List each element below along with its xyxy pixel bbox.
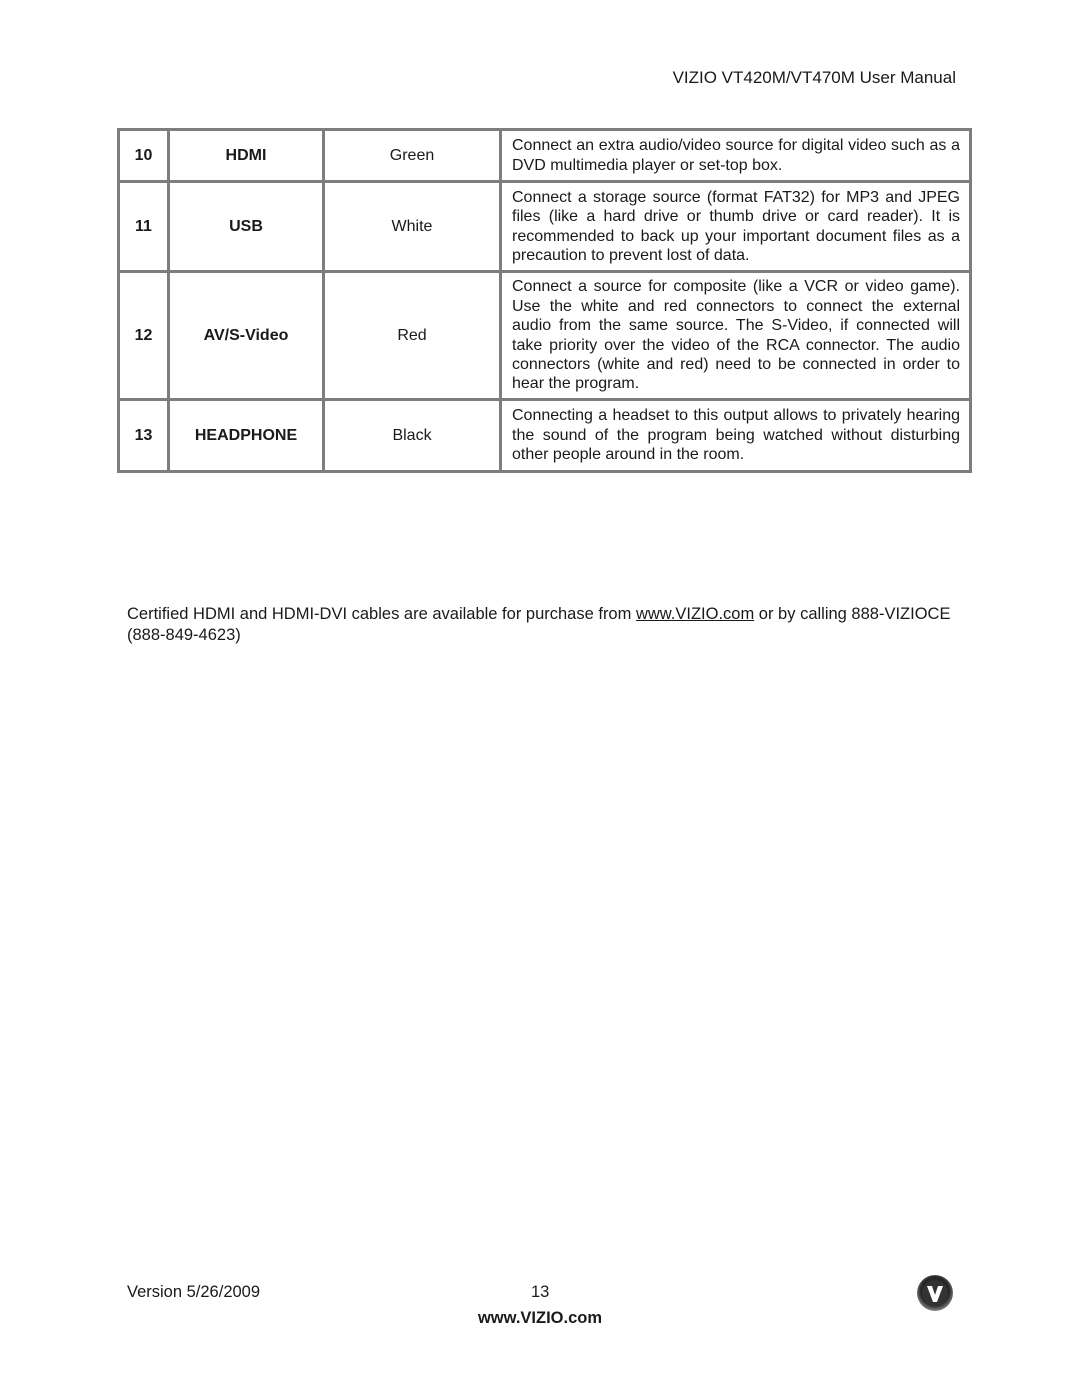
table-row: 13 HEADPHONE Black Connecting a headset … [117, 398, 972, 473]
connector-number: 10 [117, 128, 170, 183]
connector-name: HEADPHONE [167, 398, 325, 473]
connector-table: 10 HDMI Green Connect an extra audio/vid… [117, 128, 972, 473]
version-label: Version 5/26/2009 [127, 1283, 261, 1301]
connector-color: White [322, 180, 502, 273]
manual-title: VIZIO VT420M/VT470M User Manual [672, 68, 956, 87]
vizio-v-logo-icon [917, 1275, 953, 1311]
connector-number: 12 [117, 270, 170, 401]
connector-description: Connect a storage source (format FAT32) … [499, 180, 972, 273]
table-row: 10 HDMI Green Connect an extra audio/vid… [117, 128, 972, 183]
connector-name: HDMI [167, 128, 325, 183]
vizio-website-link[interactable]: www.VIZIO.com [636, 605, 754, 623]
connector-name: AV/S-Video [167, 270, 325, 401]
connector-color: Black [322, 398, 502, 473]
note-text: Certified HDMI and HDMI-DVI cables are a… [127, 605, 636, 623]
connector-description: Connect an extra audio/video source for … [499, 128, 972, 183]
connector-name: USB [167, 180, 325, 273]
table-row: 11 USB White Connect a storage source (f… [117, 180, 972, 273]
connector-description: Connecting a headset to this output allo… [499, 398, 972, 473]
connector-color: Green [322, 128, 502, 183]
connector-description: Connect a source for composite (like a V… [499, 270, 972, 401]
cable-purchase-note: Certified HDMI and HDMI-DVI cables are a… [127, 604, 959, 646]
page-number: 13 [531, 1283, 550, 1301]
table-row: 12 AV/S-Video Red Connect a source for c… [117, 270, 972, 401]
connector-number: 11 [117, 180, 170, 273]
connector-number: 13 [117, 398, 170, 473]
connector-color: Red [322, 270, 502, 401]
